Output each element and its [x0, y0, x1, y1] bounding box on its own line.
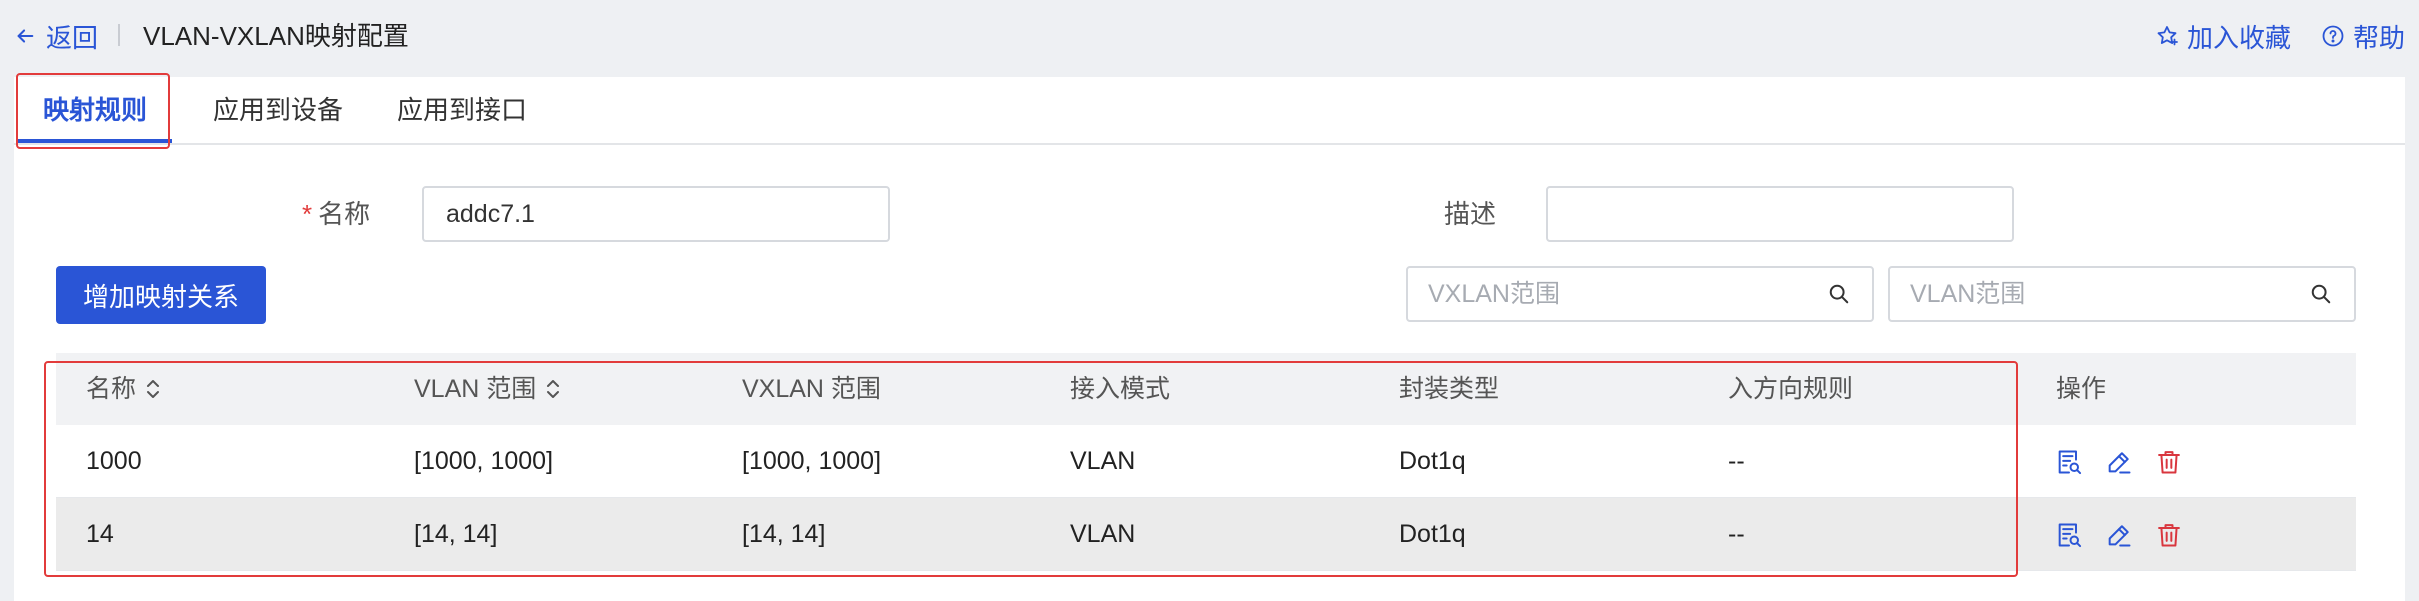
table-row[interactable]: 14 [14, 14] [14, 14] VLAN Dot1q -- [56, 498, 2356, 571]
cell-vlan-range: [1000, 1000] [414, 447, 554, 475]
details-icon[interactable] [2055, 448, 2083, 476]
vlan-range-search[interactable] [1888, 266, 2356, 322]
column-header-name[interactable]: 名称 [86, 353, 162, 425]
tab-bar: 映射规则 应用到设备 应用到接口 [14, 77, 2405, 145]
add-favorite-button[interactable]: 加入收藏 [2155, 18, 2291, 55]
name-input[interactable] [422, 186, 890, 242]
column-header-vxlan-range: VXLAN 范围 [742, 375, 881, 403]
tab-mapping-rules[interactable]: 映射规则 [18, 77, 172, 145]
add-favorite-label: 加入收藏 [2186, 22, 2291, 53]
add-mapping-button[interactable]: 增加映射关系 [56, 266, 266, 324]
column-header-access-mode: 接入模式 [1070, 375, 1171, 403]
active-tab-indicator [18, 139, 172, 143]
column-header-label: VLAN 范围 [414, 375, 537, 403]
cell-name: 1000 [86, 447, 142, 475]
back-label: 返回 [46, 22, 99, 53]
column-header-label: 名称 [86, 375, 137, 403]
content-card: 映射规则 应用到设备 应用到接口 *名称 描述 增加映射关系 名称 [14, 73, 2405, 601]
description-field-label: 描述 [1444, 199, 1497, 229]
search-icon[interactable] [2310, 283, 2332, 305]
column-header-inbound-rule: 入方向规则 [1728, 375, 1854, 403]
column-header-encap-type: 封装类型 [1399, 375, 1500, 403]
edit-icon[interactable] [2105, 521, 2133, 549]
description-input[interactable] [1546, 186, 2014, 242]
trash-icon[interactable] [2155, 521, 2183, 549]
cell-access-mode: VLAN [1070, 520, 1136, 548]
page-title: VLAN-VXLAN映射配置 [143, 21, 409, 51]
name-field-label: * 名称 [302, 186, 370, 242]
row-actions [2055, 425, 2183, 498]
column-header-operations: 操作 [2056, 375, 2107, 403]
help-button[interactable]: 帮助 [2321, 18, 2405, 55]
details-icon[interactable] [2055, 521, 2083, 549]
cell-inbound-rule: -- [1728, 447, 1745, 475]
question-circle-icon [2322, 25, 2344, 47]
table-header: 名称 VLAN 范围 VXLAN 范围 接入模式 封装类型 入方向规则 操作 [56, 353, 2356, 425]
search-icon[interactable] [1828, 283, 1850, 305]
tab-apply-to-device[interactable]: 应用到设备 [198, 77, 358, 145]
cell-encap-type: Dot1q [1399, 520, 1466, 548]
sort-icon[interactable] [544, 378, 562, 400]
sort-icon[interactable] [144, 378, 162, 400]
back-link[interactable]: 返回 [14, 18, 98, 54]
cell-encap-type: Dot1q [1399, 447, 1466, 475]
tab-apply-to-interface[interactable]: 应用到接口 [382, 77, 542, 145]
edit-icon[interactable] [2105, 448, 2133, 476]
cell-vxlan-range: [14, 14] [742, 520, 826, 548]
vxlan-range-search-input[interactable] [1408, 268, 1808, 320]
star-plus-icon [2157, 26, 2178, 46]
help-label: 帮助 [2352, 22, 2405, 53]
cell-name: 14 [86, 520, 114, 548]
table-row[interactable]: 1000 [1000, 1000] [1000, 1000] VLAN Dot1… [56, 425, 2356, 498]
vlan-range-search-input[interactable] [1890, 268, 2290, 320]
cell-vlan-range: [14, 14] [414, 520, 498, 548]
required-mark: * [302, 199, 313, 229]
header-divider [118, 24, 120, 46]
mapping-table: 名称 VLAN 范围 VXLAN 范围 接入模式 封装类型 入方向规则 操作 1… [56, 353, 2356, 571]
cell-vxlan-range: [1000, 1000] [742, 447, 882, 475]
row-actions [2055, 498, 2183, 571]
page-header: 返回 VLAN-VXLAN映射配置 加入收藏 帮助 [0, 0, 2419, 72]
trash-icon[interactable] [2155, 448, 2183, 476]
name-label-text: 名称 [318, 199, 371, 229]
arrow-left-icon [17, 29, 34, 43]
column-header-vlan-range[interactable]: VLAN 范围 [414, 353, 562, 425]
cell-inbound-rule: -- [1728, 520, 1745, 548]
vxlan-range-search[interactable] [1406, 266, 1874, 322]
cell-access-mode: VLAN [1070, 447, 1136, 475]
header-actions: 加入收藏 帮助 [2155, 18, 2405, 54]
